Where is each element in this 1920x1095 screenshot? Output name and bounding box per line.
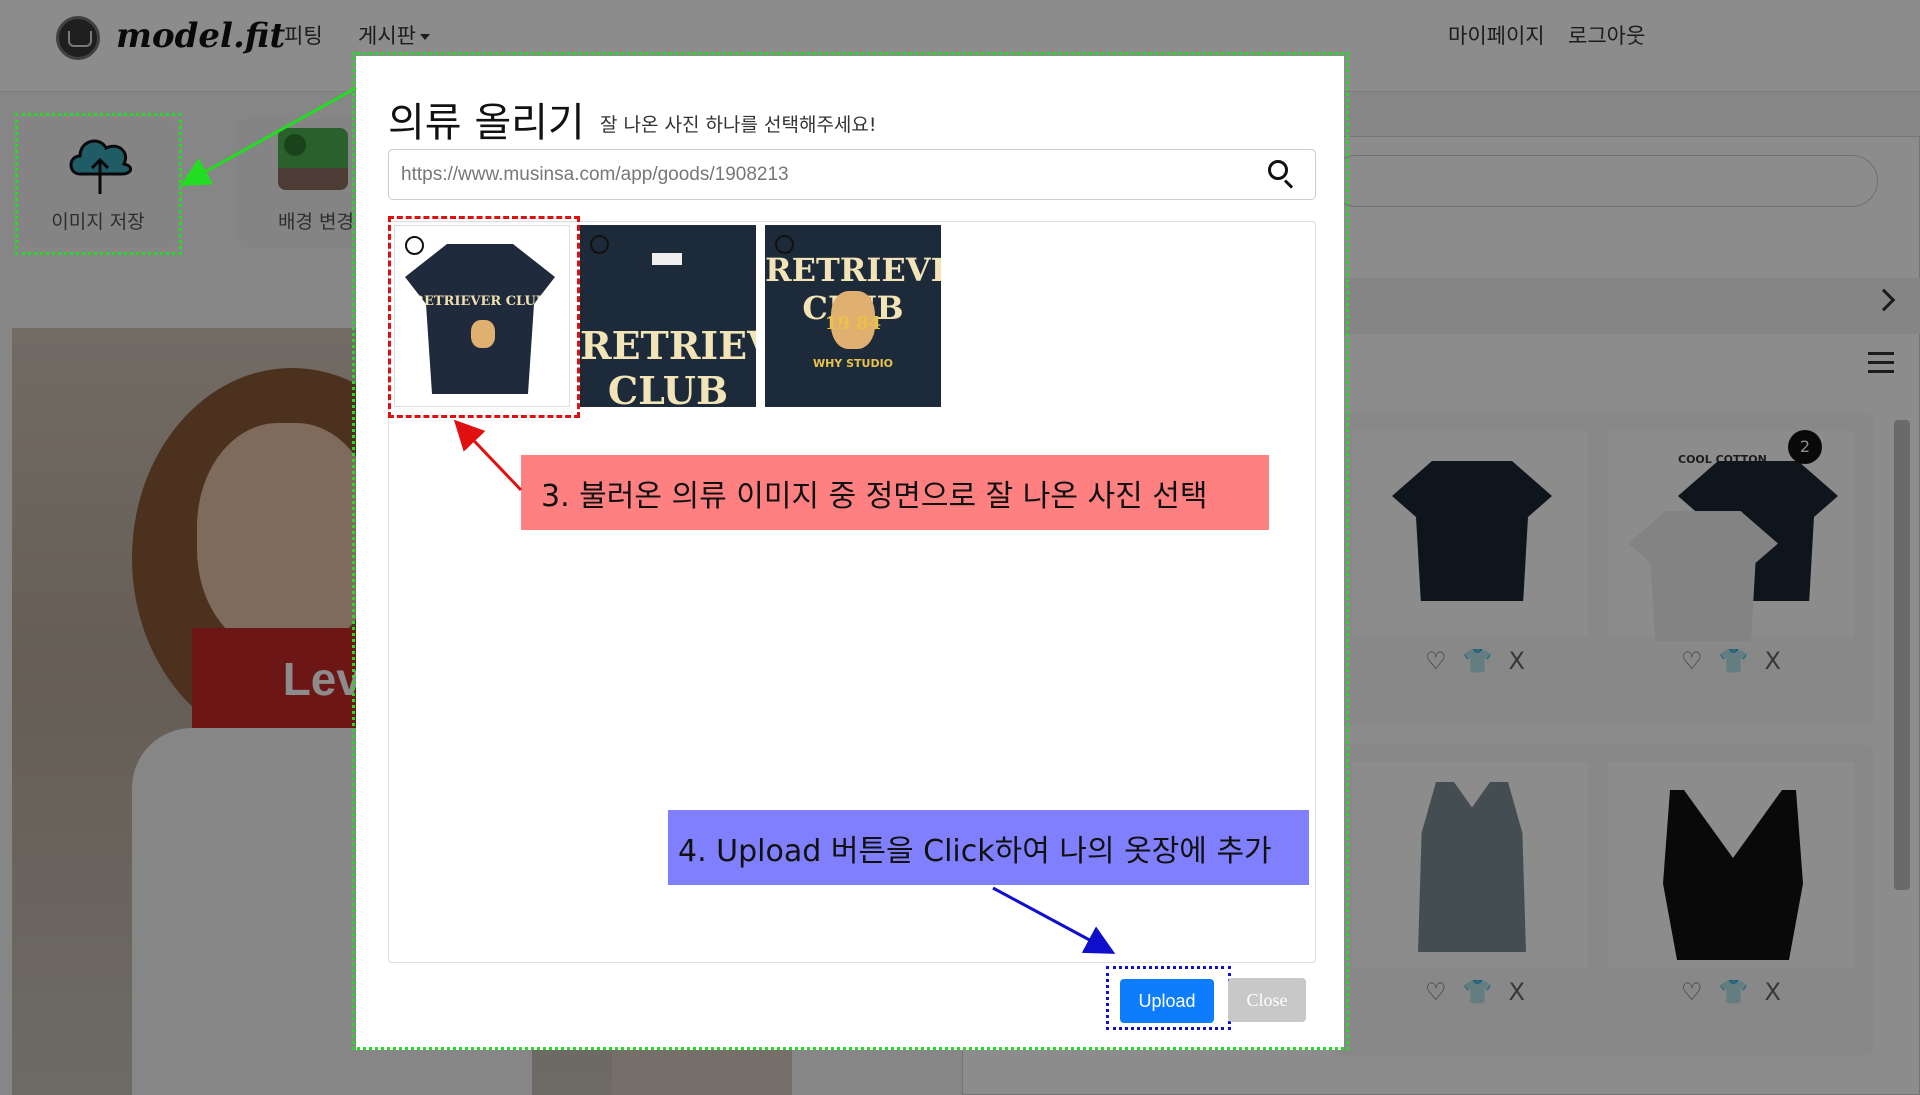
close-button[interactable]: Close	[1228, 978, 1306, 1022]
clothing-thumbnail-closeup[interactable]: RETRIEVER CLUB	[580, 225, 756, 407]
search-icon[interactable]	[1266, 158, 1300, 192]
print-studio: WHY STUDIO	[812, 357, 894, 370]
step3-callout: 3. 불러온 의류 이미지 중 정면으로 잘 나온 사진 선택	[521, 455, 1269, 530]
neck-label	[652, 253, 682, 265]
clothing-thumbnail-print[interactable]: RETRIEVER CLUB 19 84 WHY STUDIO	[765, 225, 941, 407]
modal-title: 의류 올리기	[388, 100, 585, 146]
save-button-highlight	[15, 113, 182, 255]
modal-subtitle: 잘 나온 사진 하나를 선택해주세요!	[600, 114, 877, 136]
product-url-input[interactable]	[388, 149, 1316, 200]
upload-button[interactable]: Upload	[1120, 979, 1214, 1023]
step4-callout: 4. Upload 버튼을 Click하여 나의 옷장에 추가	[668, 810, 1309, 885]
print-year: 19 84	[824, 313, 882, 334]
select-radio[interactable]	[590, 235, 609, 254]
closeup-print-text: RETRIEVER CLUB	[580, 323, 756, 407]
selected-image-highlight	[388, 216, 580, 418]
select-radio[interactable]	[775, 235, 794, 254]
